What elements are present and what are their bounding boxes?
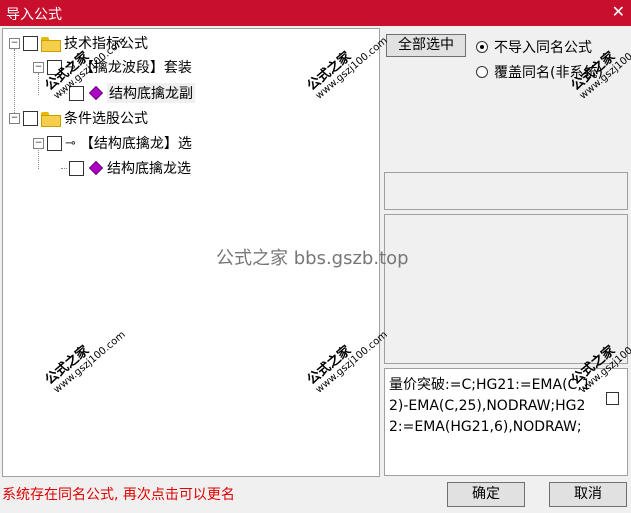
tree-node-label: 结构底擒龙副 bbox=[107, 83, 195, 103]
cancel-button[interactable]: 取消 bbox=[549, 482, 627, 507]
checkbox[interactable] bbox=[69, 160, 84, 176]
checkbox[interactable] bbox=[47, 135, 62, 151]
tree-node-select-child[interactable]: 结构底擒龙选 bbox=[61, 157, 191, 179]
window-title: 导入公式 bbox=[6, 7, 62, 23]
tree-node-condition[interactable]: − 条件选股公式 bbox=[9, 107, 148, 129]
radio-label: 不导入同名公式 bbox=[494, 40, 592, 56]
ok-button[interactable]: 确定 bbox=[447, 482, 525, 507]
watermark-center: 公式之家 bbs.gszb.top bbox=[216, 248, 409, 269]
radio-no-import[interactable]: 不导入同名公式 bbox=[476, 37, 592, 57]
collapse-icon[interactable]: − bbox=[33, 61, 44, 73]
radio-button[interactable] bbox=[476, 66, 488, 78]
radio-button[interactable] bbox=[476, 41, 488, 53]
key-icon: ⊸ bbox=[65, 135, 76, 151]
checkbox[interactable] bbox=[23, 110, 38, 126]
collapse-icon[interactable]: − bbox=[9, 37, 20, 49]
tree-node-select[interactable]: − ⊸ 【结构底擒龙】选 bbox=[33, 132, 192, 154]
formula-text: 量价突破:=C;HG21:=EMA(C,12)-EMA(C,25),NODRAW… bbox=[389, 377, 591, 435]
tree-node-label: 结构底擒龙选 bbox=[107, 161, 191, 177]
title-bar: 导入公式 ✕ bbox=[0, 0, 631, 26]
tree-node-label: 条件选股公式 bbox=[64, 111, 148, 127]
info-box bbox=[384, 172, 628, 210]
tree-node-label: 【结构底擒龙】选 bbox=[79, 136, 192, 152]
close-icon[interactable]: ✕ bbox=[612, 2, 625, 21]
gem-icon bbox=[88, 160, 104, 176]
collapse-icon[interactable]: − bbox=[9, 112, 20, 124]
folder-icon bbox=[41, 36, 61, 52]
checkbox[interactable] bbox=[23, 35, 38, 51]
formula-checkbox[interactable] bbox=[606, 392, 619, 405]
tree-node-set-child[interactable]: 结构底擒龙副 bbox=[61, 82, 195, 104]
collapse-icon[interactable]: − bbox=[33, 137, 44, 149]
gem-icon bbox=[88, 85, 104, 101]
preview-box bbox=[384, 214, 628, 364]
select-all-button[interactable]: 全部选中 bbox=[386, 34, 466, 57]
status-message: 系统存在同名公式, 再次点击可以更名 bbox=[2, 487, 235, 503]
folder-icon bbox=[41, 111, 61, 127]
